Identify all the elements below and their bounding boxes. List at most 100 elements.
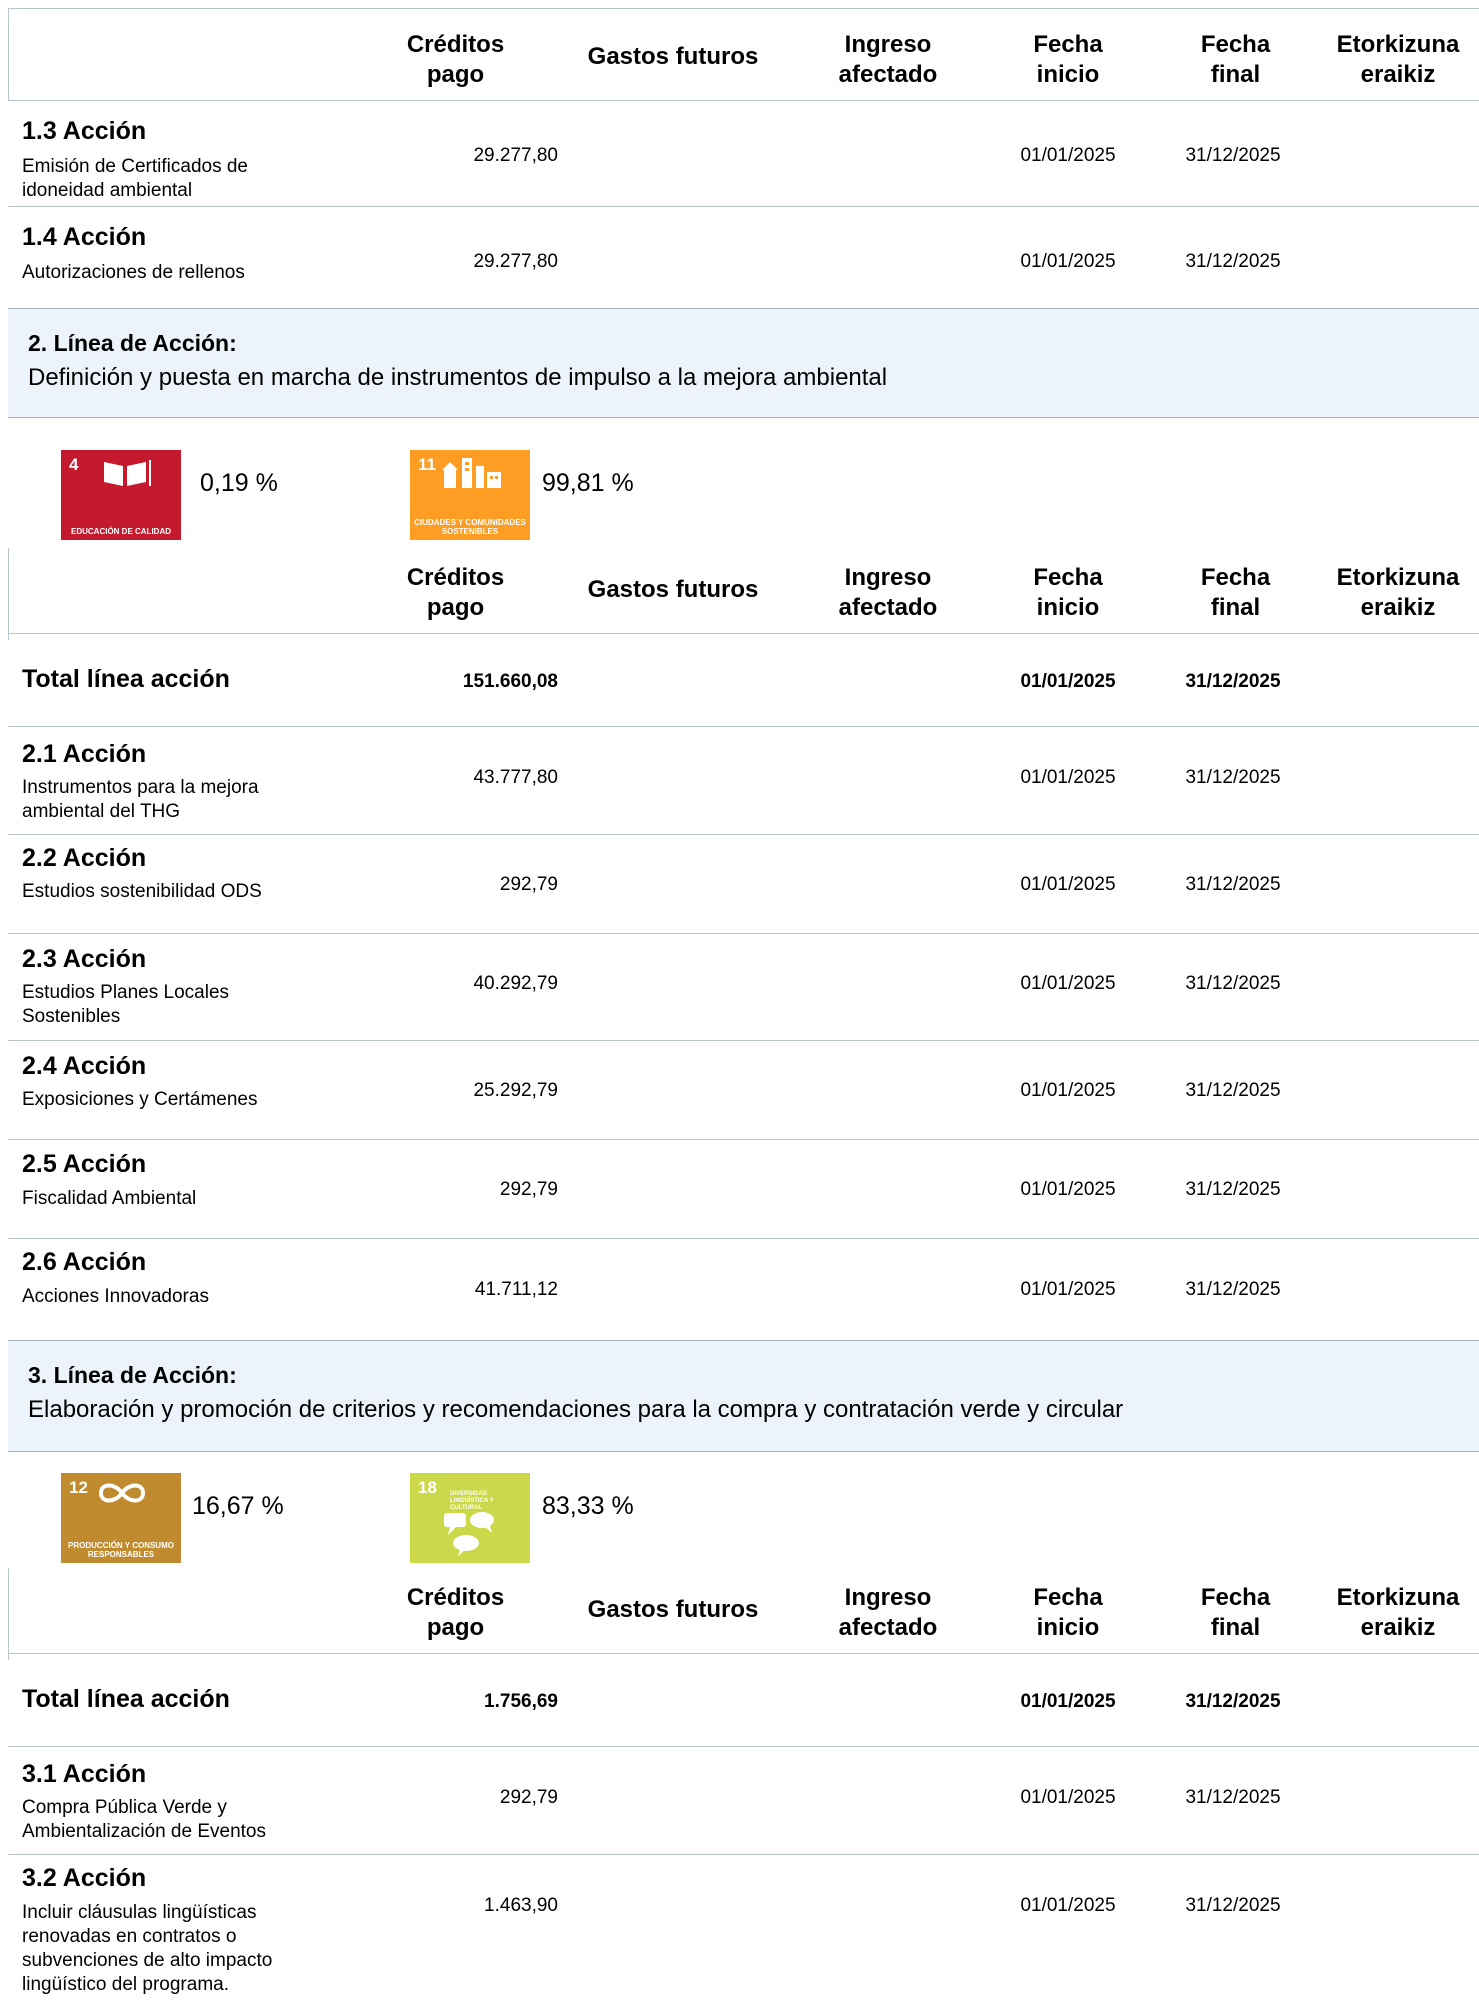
header-ingreso-afectado: Ingreso afectado [838,1584,938,1641]
total-fecha-final: 31/12/2025 [1185,671,1281,692]
table-row: 2.3 Acción Estudios Planes Locales Soste… [8,934,1479,1040]
action-title: 2.4 Acción [22,1052,147,1080]
creditos-value: 1.463,90 [484,1895,558,1916]
fecha-inicio-value: 01/01/2025 [1020,251,1116,272]
header-etorkizuna-eraikiz: Etorkizuna eraikiz [1336,1584,1460,1641]
creditos-value: 41.711,12 [474,1279,558,1300]
header-etorkizuna-eraikiz: Etorkizuna eraikiz [1336,564,1460,621]
action-line-band: 2. Línea de Acción: Definición y puesta … [8,309,1479,417]
table-left-border [8,1568,9,1660]
book-icon [104,460,151,486]
header-ingreso-afectado: Ingreso afectado [838,31,938,88]
fecha-final-value: 31/12/2025 [1185,1279,1281,1300]
creditos-value: 29.277,80 [473,251,558,272]
header-fecha-inicio: Fecha inicio [1033,564,1103,621]
fecha-inicio-value: 01/01/2025 [1020,145,1116,166]
total-creditos-value: 151.660,08 [462,671,558,692]
ods-percent: 16,67 % [192,1492,284,1520]
creditos-value: 25.292,79 [473,1080,558,1101]
table-top-border [8,8,1479,9]
total-fecha-inicio: 01/01/2025 [1020,1691,1116,1712]
table-header: Créditos pago Gastos futuros Ingreso afe… [8,1583,1479,1647]
fecha-final-value: 31/12/2025 [1185,1787,1281,1808]
ods-percent: 0,19 % [200,469,278,497]
action-description: Instrumentos para la mejora ambiental de… [22,777,259,822]
table-row: 2.6 Acción Acciones Innovadoras 41.711,1… [8,1239,1479,1340]
infinity-icon [98,1483,146,1503]
fecha-final-value: 31/12/2025 [1185,145,1281,166]
ods-percent: 99,81 % [542,469,634,497]
total-row: Total línea acción 151.660,08 01/01/2025… [8,634,1479,726]
creditos-value: 40.292,79 [473,973,558,994]
action-line-title: 3. Línea de Acción: [28,1362,237,1388]
creditos-value: 292,79 [499,874,558,895]
fecha-inicio-value: 01/01/2025 [1020,1179,1116,1200]
total-label: Total línea acción [22,1685,230,1713]
header-fecha-inicio: Fecha inicio [1033,31,1103,88]
speech-bubbles-icon [444,1512,494,1556]
header-ingreso-afectado: Ingreso afectado [838,564,938,621]
fecha-inicio-value: 01/01/2025 [1020,1279,1116,1300]
total-label: Total línea acción [22,665,230,693]
table-row: 1.3 Acción Emisión de Certificados de id… [8,100,1479,206]
header-gastos-futuros: Gastos futuros [587,43,759,70]
fecha-inicio-value: 01/01/2025 [1020,874,1116,895]
header-creditos-pago: Créditos pago [406,564,505,621]
fecha-final-value: 31/12/2025 [1185,874,1281,895]
line-band-border [8,1451,1479,1452]
fecha-inicio-value: 01/01/2025 [1020,973,1116,994]
creditos-value: 43.777,80 [473,767,558,788]
ods-4-tile: 4 Educación de calidad [61,450,181,540]
creditos-value: 292,79 [499,1787,558,1808]
action-line-description: Definición y puesta en marcha de instrum… [28,364,888,391]
ods-label: Diversidad lingüística y cultural [450,1491,494,1511]
fecha-inicio-value: 01/01/2025 [1020,1895,1116,1916]
header-fecha-final: Fecha final [1200,1584,1271,1641]
action-description: Compra Pública Verde y Ambientalización … [22,1797,266,1842]
table-row: 3.1 Acción Compra Pública Verde y Ambien… [8,1747,1479,1854]
action-title: 3.2 Acción [22,1864,147,1892]
fecha-inicio-value: 01/01/2025 [1020,1080,1116,1101]
ods-label: Producción y consumo responsables [68,1541,174,1559]
ods-label: Educación de calidad [71,527,171,536]
action-description: Emisión de Certificados de idoneidad amb… [22,156,248,201]
fecha-inicio-value: 01/01/2025 [1020,1787,1116,1808]
fecha-inicio-value: 01/01/2025 [1020,767,1116,788]
action-description: Fiscalidad Ambiental [22,1188,197,1209]
ods-number: 12 [69,1478,88,1497]
budget-document: Créditos pago Gastos futuros Ingreso afe… [8,8,1479,1995]
action-title: 1.3 Acción [22,117,147,145]
fecha-final-value: 31/12/2025 [1185,251,1281,272]
total-fecha-final: 31/12/2025 [1185,1691,1281,1712]
table-left-border [8,548,9,640]
header-creditos-pago: Créditos pago [406,1584,505,1641]
table-header: Créditos pago Gastos futuros Ingreso afe… [8,30,1479,94]
total-creditos-value: 1.756,69 [484,1691,558,1712]
fecha-final-value: 31/12/2025 [1185,1080,1281,1101]
header-gastos-futuros: Gastos futuros [587,1596,759,1623]
action-title: 2.1 Acción [22,740,147,768]
action-description: Incluir cláusulas lingüísticas renovadas… [22,1902,273,1995]
ods-number: 11 [418,455,436,474]
table-row: 3.2 Acción Incluir cláusulas lingüística… [8,1855,1479,2001]
action-title: 2.6 Acción [22,1248,147,1276]
table-row: 2.4 Acción Exposiciones y Certámenes 25.… [8,1041,1479,1139]
action-line-band: 3. Línea de Acción: Elaboración y promoc… [8,1341,1479,1451]
ods-12-tile: 12 Producción y consumo responsables [61,1473,181,1563]
action-line-title: 2. Línea de Acción: [28,330,237,356]
ods-number: 18 [418,1478,437,1497]
fecha-final-value: 31/12/2025 [1185,973,1281,994]
action-description: Estudios Planes Locales Sostenibles [22,982,230,1027]
header-fecha-inicio: Fecha inicio [1033,1584,1103,1641]
city-icon [442,458,501,488]
table-row: 2.2 Acción Estudios sostenibilidad ODS 2… [8,835,1479,933]
total-row: Total línea acción 1.756,69 01/01/2025 3… [8,1654,1479,1746]
action-line-description: Elaboración y promoción de criterios y r… [28,1396,1124,1423]
creditos-value: 29.277,80 [473,145,558,166]
header-etorkizuna-eraikiz: Etorkizuna eraikiz [1336,31,1460,88]
header-fecha-final: Fecha final [1200,31,1271,88]
fecha-final-value: 31/12/2025 [1185,1895,1281,1916]
header-gastos-futuros: Gastos futuros [587,576,759,603]
action-description: Exposiciones y Certámenes [22,1089,258,1110]
table-row: 2.1 Acción Instrumentos para la mejora a… [8,727,1479,834]
